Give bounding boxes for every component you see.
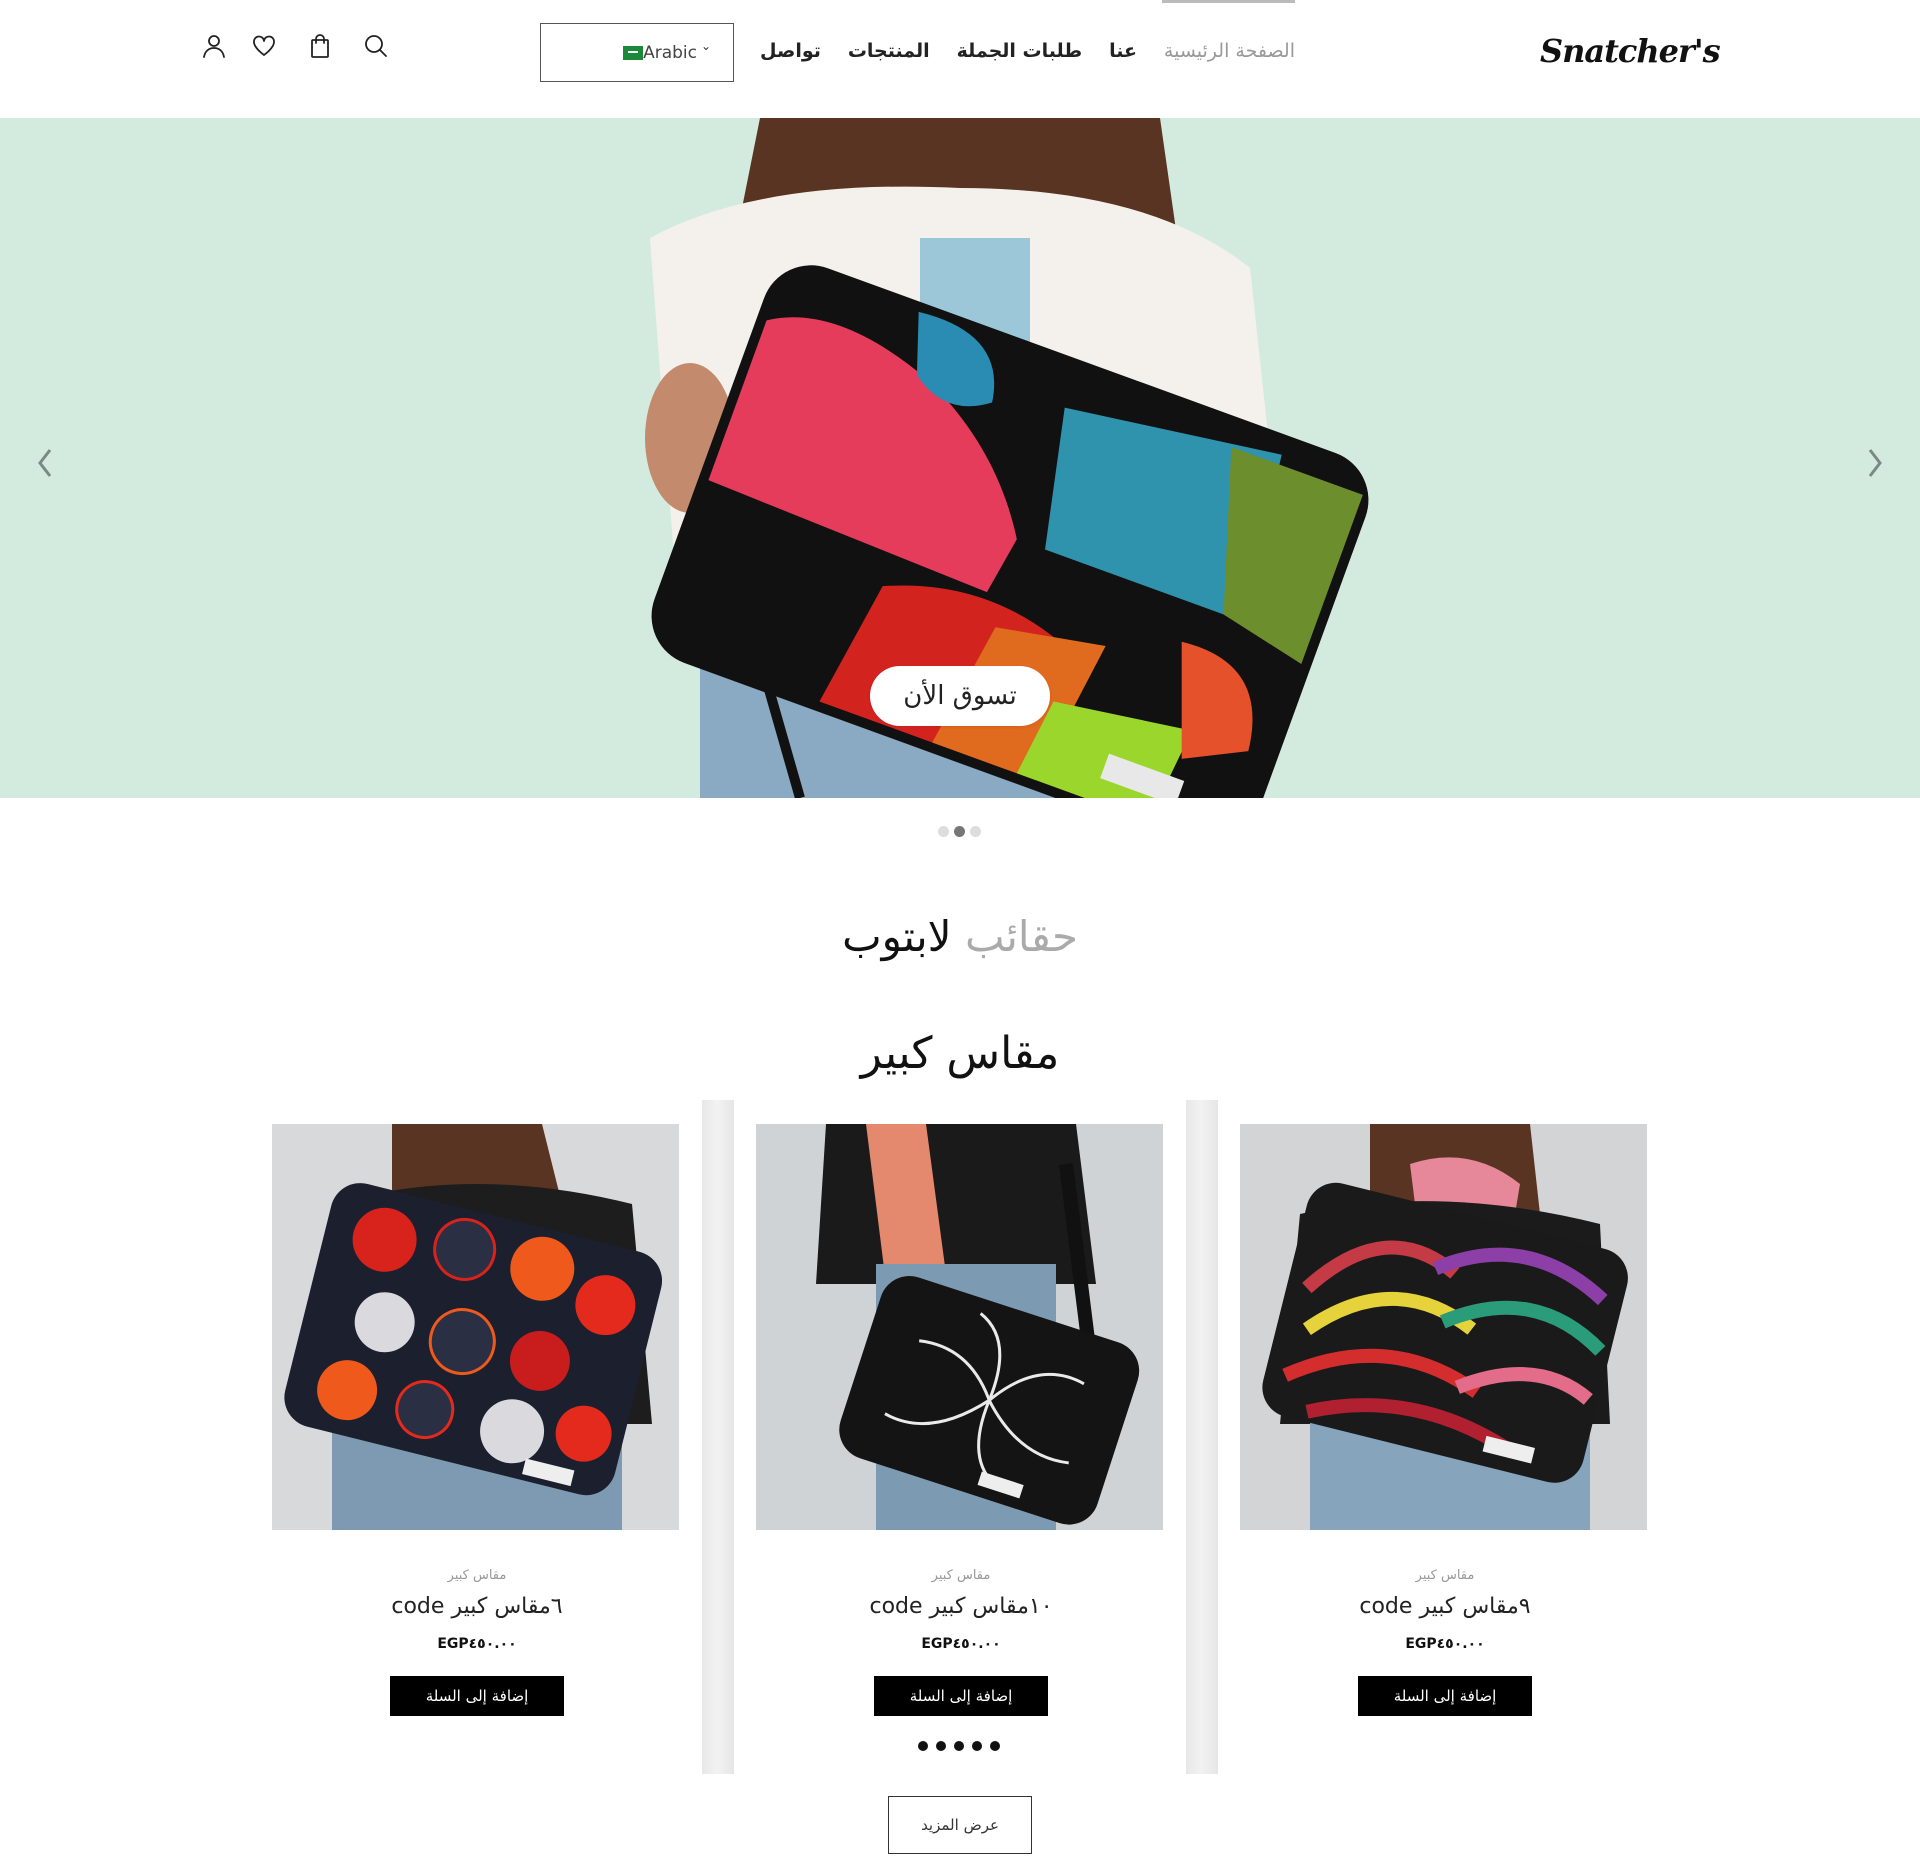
product-card[interactable]: مقاس كبير code ٩مقاس كبير EGP٤٥٠.٠٠ إضاف… bbox=[1220, 1100, 1670, 1774]
header-icons bbox=[200, 32, 390, 60]
hero-dot-3[interactable] bbox=[970, 826, 981, 837]
hero-slider: تسوق الأن bbox=[0, 118, 1920, 798]
hero-pagination bbox=[938, 826, 981, 837]
add-to-cart-button[interactable]: إضافة إلى السلة bbox=[874, 1676, 1048, 1716]
carousel-dot[interactable] bbox=[936, 1741, 946, 1751]
hero-dot-2[interactable] bbox=[954, 826, 965, 837]
product-image[interactable] bbox=[756, 1124, 1163, 1530]
nav-active-indicator bbox=[1162, 0, 1295, 3]
section-subtitle: مقاس كبير bbox=[860, 1028, 1060, 1079]
hero-prev-arrow[interactable] bbox=[24, 438, 64, 488]
product-carousel: مقاس كبير code ٦مقاس كبير EGP٤٥٠.٠٠ إضاف… bbox=[252, 1100, 1670, 1774]
card-separator bbox=[700, 1100, 734, 1774]
nav-home[interactable]: الصفحة الرئيسية bbox=[1164, 40, 1295, 62]
card-separator bbox=[1184, 1100, 1218, 1774]
saudi-flag-icon bbox=[623, 45, 644, 60]
nav-products[interactable]: المنتجات bbox=[848, 40, 930, 62]
main-nav: الصفحة الرئيسية عنا طلبات الجملة المنتجا… bbox=[760, 40, 1295, 62]
product-name[interactable]: code ٦مقاس كبير bbox=[252, 1594, 702, 1619]
product-price: EGP٤٥٠.٠٠ bbox=[921, 1636, 1001, 1652]
section-title: حقائب لابتوب bbox=[0, 912, 1920, 961]
carousel-dot[interactable] bbox=[954, 1741, 964, 1751]
search-icon[interactable] bbox=[362, 32, 390, 60]
product-category: مقاس كبير bbox=[447, 1568, 507, 1583]
nav-contact[interactable]: تواصل bbox=[760, 40, 821, 62]
section-title-dark: لابتوب bbox=[842, 912, 952, 961]
user-icon[interactable] bbox=[200, 32, 228, 60]
section-title-light: حقائب bbox=[964, 912, 1078, 961]
hero-next-arrow[interactable] bbox=[1856, 438, 1896, 488]
heart-icon[interactable] bbox=[250, 32, 278, 60]
nav-about[interactable]: عنا bbox=[1109, 40, 1137, 62]
product-name[interactable]: code ٩مقاس كبير bbox=[1220, 1594, 1670, 1619]
product-image[interactable] bbox=[272, 1124, 679, 1530]
language-selector[interactable]: Arabic ⌄ bbox=[540, 23, 734, 82]
product-price: EGP٤٥٠.٠٠ bbox=[1405, 1636, 1485, 1652]
brand-logo[interactable]: Snatcher's bbox=[1540, 32, 1721, 70]
shop-now-button[interactable]: تسوق الأن bbox=[870, 666, 1050, 726]
hero-dot-1[interactable] bbox=[938, 826, 949, 837]
product-image[interactable] bbox=[1240, 1124, 1647, 1530]
chevron-down-icon: ⌄ bbox=[700, 39, 711, 53]
shopping-bag-icon[interactable] bbox=[306, 32, 334, 60]
product-card[interactable]: مقاس كبير code ١٠مقاس كبير EGP٤٥٠.٠٠ إضا… bbox=[736, 1100, 1186, 1774]
add-to-cart-button[interactable]: إضافة إلى السلة bbox=[1358, 1676, 1532, 1716]
nav-wholesale[interactable]: طلبات الجملة bbox=[957, 40, 1083, 62]
product-price: EGP٤٥٠.٠٠ bbox=[437, 1636, 517, 1652]
product-category: مقاس كبير bbox=[931, 1568, 991, 1583]
carousel-dot[interactable] bbox=[918, 1741, 928, 1751]
product-category: مقاس كبير bbox=[1415, 1568, 1475, 1583]
carousel-dot[interactable] bbox=[972, 1741, 982, 1751]
product-carousel-pagination bbox=[918, 1741, 1000, 1751]
product-name[interactable]: code ١٠مقاس كبير bbox=[736, 1594, 1186, 1619]
language-label: Arabic bbox=[643, 42, 697, 63]
product-card[interactable]: مقاس كبير code ٦مقاس كبير EGP٤٥٠.٠٠ إضاف… bbox=[252, 1100, 702, 1774]
add-to-cart-button[interactable]: إضافة إلى السلة bbox=[390, 1676, 564, 1716]
site-header: Arabic ⌄ الصفحة الرئيسية عنا طلبات الجمل… bbox=[0, 0, 1920, 118]
load-more-button[interactable]: عرض المزيد bbox=[888, 1796, 1032, 1854]
carousel-dot[interactable] bbox=[990, 1741, 1000, 1751]
